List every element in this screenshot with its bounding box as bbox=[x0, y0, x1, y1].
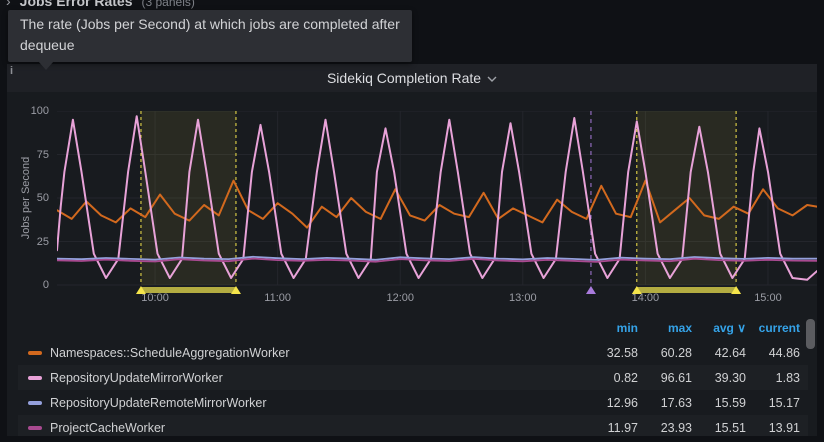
y-tick-label: 0 bbox=[9, 279, 49, 291]
legend-scrollbar-thumb[interactable] bbox=[806, 319, 815, 349]
tooltip-text: The rate (Jobs per Second) at which jobs… bbox=[20, 16, 400, 53]
series-min-value: 11.97 bbox=[584, 421, 638, 435]
legend-column-header-min[interactable]: min bbox=[584, 321, 638, 335]
series-color-dash-icon[interactable] bbox=[28, 376, 42, 380]
series-color-dash-icon[interactable] bbox=[28, 401, 42, 405]
series-avg-value: 15.51 bbox=[692, 421, 746, 435]
series-current-value: 13.91 bbox=[746, 421, 800, 435]
y-tick-label: 100 bbox=[9, 105, 49, 117]
series-current-value: 1.83 bbox=[746, 371, 800, 385]
legend-row: Namespaces::ScheduleAggregationWorker32.… bbox=[18, 340, 808, 365]
series-avg-value: 39.30 bbox=[692, 371, 746, 385]
panel-title: Sidekiq Completion Rate bbox=[327, 70, 481, 86]
row-expand-chevron-icon: › bbox=[6, 0, 11, 9]
series-current-value: 15.17 bbox=[746, 396, 800, 410]
legend-column-header-current[interactable]: current bbox=[746, 321, 800, 335]
series-max-value: 60.28 bbox=[638, 346, 692, 360]
series-avg-value: 15.59 bbox=[692, 396, 746, 410]
legend-column-header-max[interactable]: max bbox=[638, 321, 692, 335]
y-tick-label: 25 bbox=[9, 236, 49, 248]
series-name[interactable]: RepositoryUpdateRemoteMirrorWorker bbox=[50, 396, 584, 410]
legend-row: RepositoryUpdateRemoteMirrorWorker12.961… bbox=[18, 390, 808, 415]
series-max-value: 96.61 bbox=[638, 371, 692, 385]
legend-row: ProjectCacheWorker11.9723.9315.5113.91 bbox=[18, 415, 808, 436]
collapsed-row-header[interactable]: › Jobs Error Rates (3 panels) bbox=[6, 0, 195, 9]
panel-description-tooltip: The rate (Jobs per Second) at which jobs… bbox=[8, 10, 412, 62]
panel-info-icon[interactable]: i bbox=[10, 65, 24, 79]
panel-menu-chevron-icon bbox=[487, 76, 497, 82]
sidekiq-completion-rate-panel: i Sidekiq Completion Rate Jobs per Secon… bbox=[7, 64, 817, 436]
series-color-dash-icon[interactable] bbox=[28, 426, 42, 430]
series-name[interactable]: RepositoryUpdateMirrorWorker bbox=[50, 371, 584, 385]
series-min-value: 32.58 bbox=[584, 346, 638, 360]
collapsed-row-title: Jobs Error Rates bbox=[20, 0, 133, 9]
y-tick-label: 75 bbox=[9, 149, 49, 161]
dashboard-stage: › Jobs Error Rates (3 panels) The rate (… bbox=[0, 0, 824, 442]
annotation-region-bar bbox=[141, 287, 236, 293]
series-max-value: 17.63 bbox=[638, 396, 692, 410]
legend-column-header-avg[interactable]: avg ∨ bbox=[692, 321, 746, 335]
series-color-dash-icon[interactable] bbox=[28, 351, 42, 355]
legend-row: RepositoryUpdateMirrorWorker0.8296.6139.… bbox=[18, 365, 808, 390]
legend-header-row: minmaxavg ∨current bbox=[18, 316, 808, 340]
series-current-value: 44.86 bbox=[746, 346, 800, 360]
y-tick-label: 50 bbox=[9, 192, 49, 204]
chart-plot[interactable] bbox=[57, 111, 817, 296]
series-name[interactable]: ProjectCacheWorker bbox=[50, 421, 584, 435]
legend-rows: Namespaces::ScheduleAggregationWorker32.… bbox=[18, 340, 808, 436]
annotation-line-marker bbox=[586, 286, 596, 294]
collapsed-row-panel-count: (3 panels) bbox=[142, 0, 195, 9]
annotation-region-bar bbox=[637, 287, 736, 293]
series-min-value: 12.96 bbox=[584, 396, 638, 410]
legend-table: minmaxavg ∨current Namespaces::ScheduleA… bbox=[18, 316, 808, 436]
series-avg-value: 42.64 bbox=[692, 346, 746, 360]
series-min-value: 0.82 bbox=[584, 371, 638, 385]
series-name[interactable]: Namespaces::ScheduleAggregationWorker bbox=[50, 346, 584, 360]
panel-header[interactable]: Sidekiq Completion Rate bbox=[7, 64, 817, 92]
series-max-value: 23.93 bbox=[638, 421, 692, 435]
